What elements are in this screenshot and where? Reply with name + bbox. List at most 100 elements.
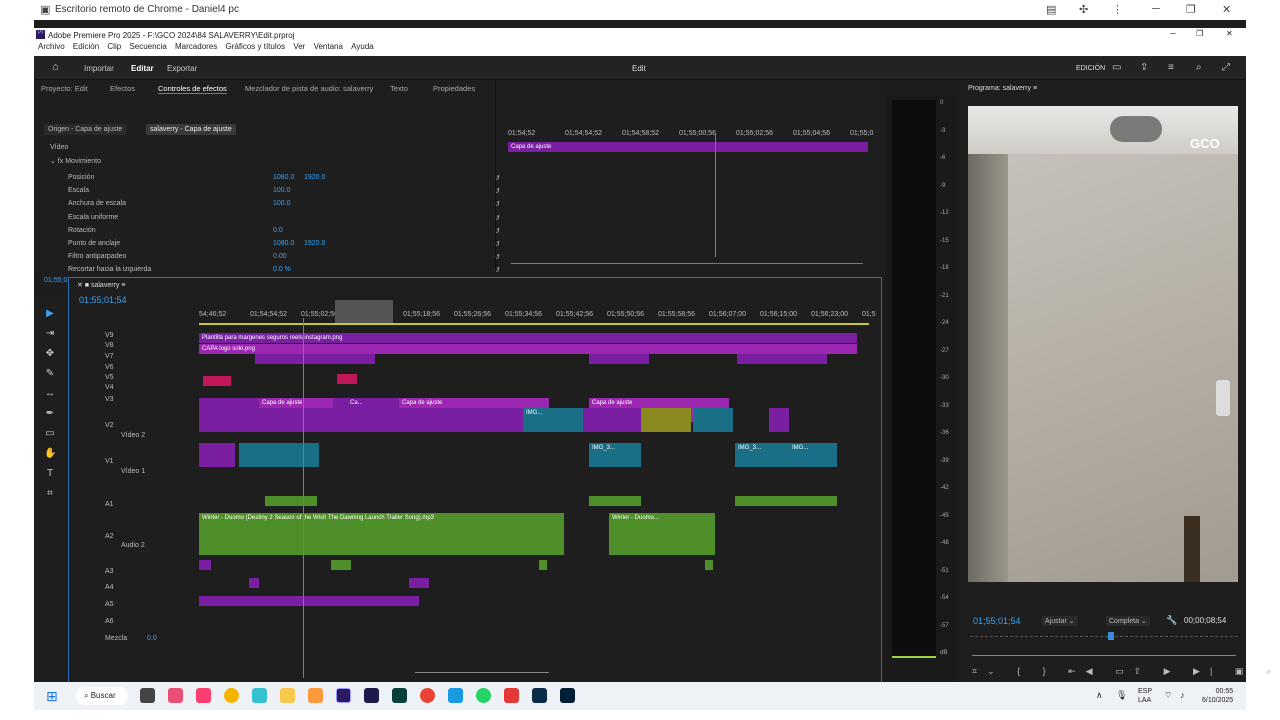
timeline-clip[interactable]: [735, 496, 837, 506]
audio-track-A6[interactable]: A6: [105, 618, 114, 625]
timeline-clip[interactable]: [539, 560, 547, 570]
task-view-icon[interactable]: [140, 688, 155, 703]
timeline-clip[interactable]: [737, 354, 827, 364]
clock[interactable]: 00:55 6/10/2025: [1202, 687, 1233, 705]
pp-maximize-icon[interactable]: ❐: [1196, 29, 1203, 38]
caption-icon[interactable]: ⌗: [44, 488, 56, 500]
prop-value1-4[interactable]: 0.0: [273, 227, 283, 234]
ec-scrollbar[interactable]: [511, 263, 863, 264]
slip-icon[interactable]: ↔: [44, 388, 56, 400]
timeline-clip[interactable]: [265, 496, 317, 506]
program-playhead[interactable]: [1108, 632, 1114, 640]
workspace-label[interactable]: EDICIÓN: [1076, 65, 1105, 72]
wrench-icon[interactable]: 🔧: [1166, 615, 1177, 626]
timeline-clip[interactable]: Plantilla para margenes seguros reels in…: [199, 333, 857, 343]
video-track-V8[interactable]: V8: [105, 342, 114, 349]
menu-ver[interactable]: Ver: [293, 42, 305, 51]
tray-arrow-icon[interactable]: ∧: [1096, 690, 1103, 701]
folder-icon[interactable]: [280, 688, 295, 703]
close-icon[interactable]: ✕: [1222, 3, 1231, 16]
prop-value2-0[interactable]: 1920.0: [304, 174, 325, 181]
prop-value1-6[interactable]: 0.00: [273, 253, 287, 260]
premiere-icon[interactable]: [336, 688, 351, 703]
mix-value[interactable]: 0.0: [147, 635, 157, 642]
windows-start-icon[interactable]: ⊞: [46, 688, 58, 705]
audio-track-A1[interactable]: A1: [105, 501, 114, 508]
restore-icon[interactable]: ❐: [1186, 3, 1196, 16]
fit-select[interactable]: Ajustar ⌄: [1042, 616, 1078, 626]
panel-icon[interactable]: ▭: [1112, 62, 1121, 73]
timeline-clip[interactable]: [331, 560, 351, 570]
video-track-V7[interactable]: V7: [105, 353, 114, 360]
video-track-V6[interactable]: V6: [105, 364, 114, 371]
prop-value1-0[interactable]: 1080.0: [273, 174, 294, 181]
fullscreen-icon[interactable]: ⤢: [1222, 62, 1230, 73]
timeline-clip[interactable]: [203, 376, 231, 386]
timeline-clip[interactable]: [705, 560, 713, 570]
timeline-timecode[interactable]: 01;55;01;54: [79, 295, 127, 305]
timeline-clip[interactable]: Winter - Duomo...: [609, 513, 715, 555]
menu-secuencia[interactable]: Secuencia: [129, 42, 166, 51]
clipboard-icon[interactable]: ▤: [1046, 3, 1056, 16]
track-select-icon[interactable]: ⇥: [44, 328, 56, 340]
tab-controles-efectos[interactable]: Controles de efectos: [158, 84, 227, 94]
audition-icon[interactable]: [392, 688, 407, 703]
wifi-icon[interactable]: ⌔: [1164, 690, 1172, 701]
source-clip-tab[interactable]: Origen - Capa de ajuste: [44, 124, 127, 135]
motion-group[interactable]: ⌄ fx Movimiento: [50, 157, 101, 165]
tab-exportar[interactable]: Exportar: [167, 64, 197, 73]
timeline-clip[interactable]: [239, 443, 319, 467]
timeline-clip[interactable]: [769, 408, 789, 432]
language-indicator[interactable]: ESP LAA: [1138, 687, 1152, 705]
prop-value1-1[interactable]: 100.0: [273, 187, 291, 194]
timeline-clip[interactable]: [589, 496, 641, 506]
prop-value2-5[interactable]: 1920.0: [304, 240, 325, 247]
video-track-V1[interactable]: V1: [105, 458, 114, 465]
tab-editar[interactable]: Editar: [131, 64, 154, 73]
timeline-clip[interactable]: [249, 578, 259, 588]
timeline-clip[interactable]: Winter - Duomo (Destiny 2 Season of the …: [199, 513, 564, 555]
app-icon-5[interactable]: [504, 688, 519, 703]
ripple-edit-icon[interactable]: ✥: [44, 348, 56, 360]
extension-icon[interactable]: ✣: [1079, 3, 1088, 16]
share-icon[interactable]: ⇪: [1140, 62, 1148, 73]
tiktok-icon[interactable]: [196, 688, 211, 703]
video-track-V9[interactable]: V9: [105, 332, 114, 339]
timeline-clip[interactable]: CAPA logo solo.png: [199, 344, 857, 354]
timeline-clip[interactable]: [199, 596, 419, 606]
minimize-icon[interactable]: ─: [1152, 3, 1160, 15]
program-timecode[interactable]: 01;55;01;54: [973, 616, 1021, 626]
audio-track-A5[interactable]: A5: [105, 601, 114, 608]
video-track-V5[interactable]: V5: [105, 374, 114, 381]
tab-proyecto[interactable]: Proyecto: Edit: [41, 84, 88, 93]
volume-icon[interactable]: ♪: [1180, 690, 1185, 700]
timeline-clip[interactable]: [641, 408, 691, 432]
app-icon-2[interactable]: [252, 688, 267, 703]
video-track-V4[interactable]: V4: [105, 384, 114, 391]
target-clip-tab[interactable]: salaverry - Capa de ajuste: [146, 124, 236, 135]
work-area[interactable]: [335, 300, 393, 324]
razor-icon[interactable]: ✎: [44, 368, 56, 380]
timeline-clip[interactable]: [199, 560, 211, 570]
menu-edicion[interactable]: Edición: [73, 42, 99, 51]
mic-icon[interactable]: 🎙: [1116, 690, 1127, 701]
menu-archivo[interactable]: Archivo: [38, 42, 65, 51]
ec-playhead[interactable]: [715, 132, 716, 257]
app-icon-3[interactable]: [308, 688, 323, 703]
selection-tool-icon[interactable]: ▶: [44, 308, 56, 320]
chrome-icon[interactable]: [224, 688, 239, 703]
timeline-scroll[interactable]: [415, 672, 549, 673]
whatsapp-icon[interactable]: [476, 688, 491, 703]
rectangle-icon[interactable]: ▭: [44, 428, 56, 440]
sequence-tab[interactable]: ✕ ■ salaverry ≡: [77, 281, 125, 289]
audio-track-A4[interactable]: A4: [105, 584, 114, 591]
timeline-clip[interactable]: [409, 578, 429, 588]
timeline-clip[interactable]: IMG...: [789, 443, 829, 467]
audio-track-A2[interactable]: A2: [105, 533, 114, 540]
pp-minimize-icon[interactable]: ─: [1170, 29, 1176, 38]
timeline-clip[interactable]: [199, 443, 235, 467]
timeline-playhead[interactable]: [303, 318, 304, 678]
lightroom-icon[interactable]: [532, 688, 547, 703]
menu-clip[interactable]: Clip: [107, 42, 121, 51]
tab-importar[interactable]: Importar: [84, 64, 114, 73]
